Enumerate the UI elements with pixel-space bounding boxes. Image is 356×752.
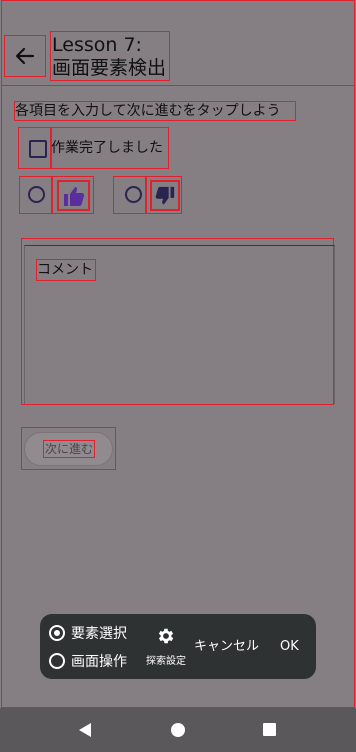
gear-icon [158,628,174,644]
comment-placeholder: コメント [36,259,96,281]
title-line-1: Lesson 7: [52,34,142,56]
radio-select-icon [49,625,65,641]
title-line-2: 画面要素検出 [52,57,167,79]
back-button[interactable] [4,35,46,77]
checkbox[interactable] [29,140,47,158]
settings-label: 探索設定 [146,656,186,667]
instruction-text: 各項目を入力して次に進むをタップしよう [14,101,296,121]
square-recents-icon[interactable] [263,723,276,736]
ok-button[interactable]: OK [280,638,299,656]
settings-button[interactable]: 探索設定 [144,626,188,670]
system-nav-bar [0,708,356,752]
like-button[interactable] [52,176,94,214]
checkbox-label[interactable]: 作業完了しました [50,127,169,169]
option-select[interactable]: 要素選択 [49,623,127,643]
circle-home-icon[interactable] [171,723,185,737]
page-title: Lesson 7: 画面要素検出 [50,31,170,81]
checkbox-wrapper[interactable] [18,127,52,169]
thumbs-down-icon [155,186,175,205]
radio-dislike[interactable] [125,186,142,203]
option-select-label: 要素選択 [71,626,127,642]
radio-operate-icon [49,653,65,669]
option-operate-label: 画面操作 [71,654,127,670]
triangle-back-icon[interactable] [78,722,92,738]
cancel-button[interactable]: キャンセル [194,638,259,656]
radio-like[interactable] [28,186,45,203]
radio-dislike-wrapper[interactable] [113,176,146,214]
thumbs-up-icon [64,187,85,206]
next-button-label: 次に進む [43,440,95,458]
radio-like-wrapper[interactable] [19,176,52,214]
arrow-left-icon [15,47,35,65]
dislike-button[interactable] [146,176,182,214]
option-operate[interactable]: 画面操作 [49,651,127,671]
element-detection-toolbar: 要素選択 画面操作 探索設定 キャンセル OK [40,614,316,679]
